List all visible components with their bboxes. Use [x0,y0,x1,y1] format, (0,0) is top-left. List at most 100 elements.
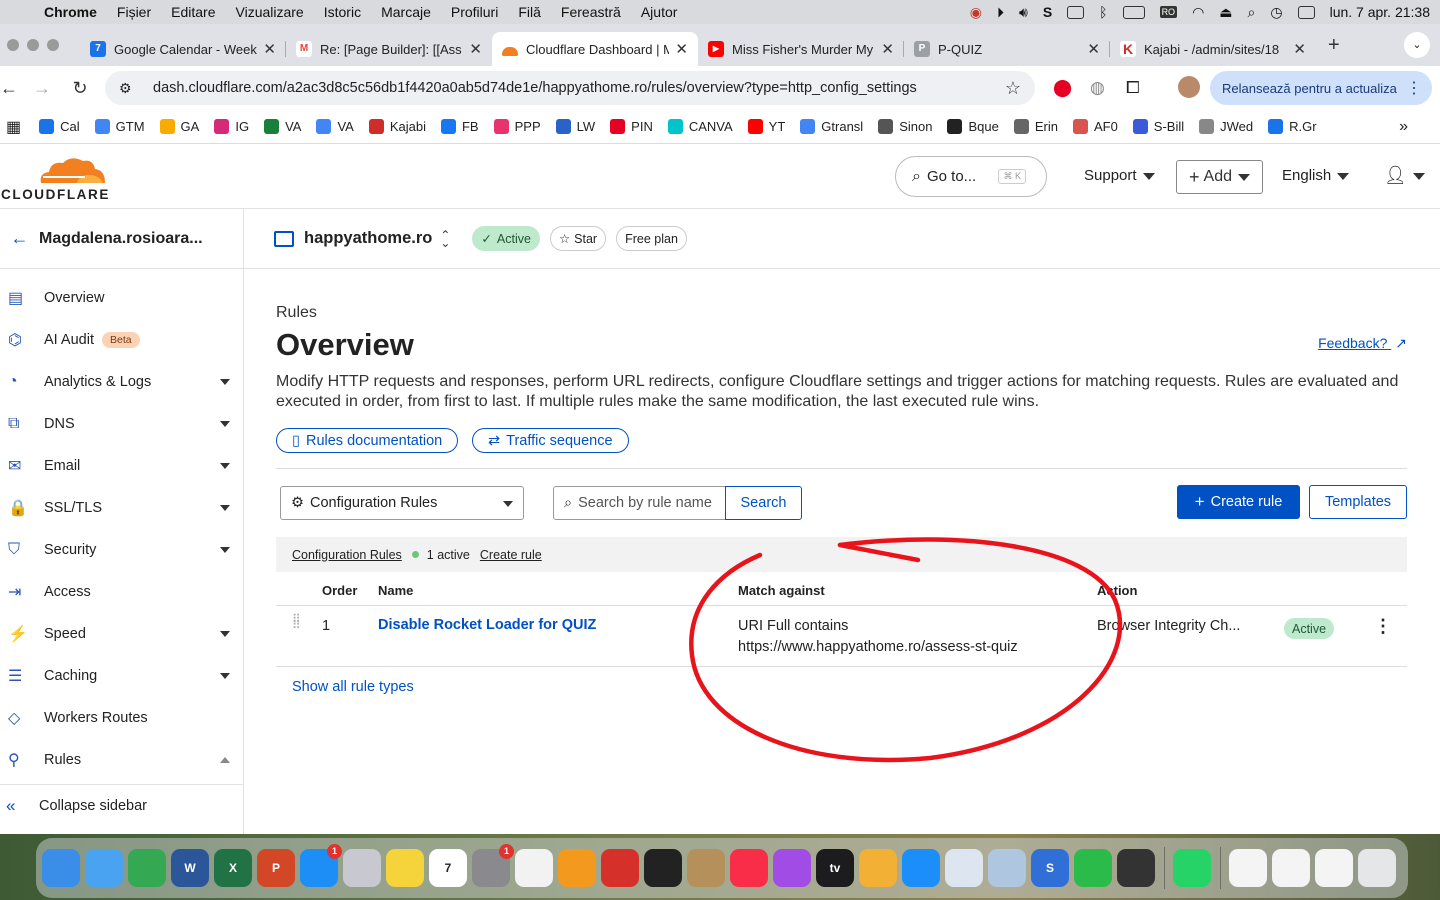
menu-window[interactable]: Fereastră [561,4,621,20]
globe-extension-icon[interactable]: ◍ [1090,78,1105,98]
new-tab-button[interactable]: + [1328,34,1340,57]
chevron-down-icon[interactable] [220,505,230,511]
mail-icon[interactable] [85,849,123,887]
chevron-down-icon[interactable] [220,421,230,427]
close-tab-icon[interactable]: ✕ [881,40,894,58]
bookmark-item[interactable]: CANVA [667,119,733,134]
create-rule-link[interactable]: Create rule [480,548,542,562]
sidebar-item-analytics-logs[interactable]: ◔ Analytics & Logs [0,361,244,403]
row-actions-kebab-icon[interactable]: ⋮ [1374,616,1392,637]
menu-tab[interactable]: Filă [518,4,541,20]
chevron-up-icon[interactable] [220,757,230,763]
extensions-puzzle-icon[interactable]: ⧠ [1126,78,1140,98]
support-menu[interactable]: Support [1084,167,1155,184]
close-tab-icon[interactable]: ✕ [263,40,276,58]
collapse-sidebar-button[interactable]: « Collapse sidebar [0,784,244,826]
bookmark-item[interactable]: YT [747,119,785,134]
menu-bookmarks[interactable]: Marcaje [381,4,431,20]
close-tab-icon[interactable]: ✕ [1087,40,1100,58]
rule-search-input[interactable]: ⌕ Search by rule name [553,486,726,520]
bookmark-item[interactable]: Erin [1013,119,1058,134]
quicktime-icon[interactable] [1117,849,1155,887]
drag-handle-icon[interactable]: ⠿ ⠿ [292,613,302,631]
profile-avatar[interactable] [1178,76,1200,98]
books-icon[interactable] [558,849,596,887]
forward-arrow-icon[interactable]: → [14,78,70,99]
eject-icon[interactable]: ⏏ [1219,4,1232,21]
sidebar-item-overview[interactable]: ▤ Overview [0,277,244,319]
close-tab-icon[interactable]: ✕ [675,40,688,58]
podcasts-icon[interactable] [773,849,811,887]
sidebar-item-rules[interactable]: ⚲ Rules [0,739,244,781]
sidebar-item-ssl-tls[interactable]: 🔒 SSL/TLS [0,487,244,529]
excel-icon[interactable]: X [214,849,252,887]
numbers-icon[interactable] [1074,849,1112,887]
app-store-icon[interactable]: 1 [300,844,342,887]
menu-help[interactable]: Ajutor [641,4,678,20]
safari-icon[interactable] [902,849,940,887]
back-arrow-icon[interactable]: ← [0,228,39,249]
clock-icon[interactable]: ◷ [1270,4,1282,21]
search-button[interactable]: Search [725,486,802,520]
sidebar-item-workers-routes[interactable]: ◇ Workers Routes [0,697,244,739]
tab-kajabi[interactable]: K Kajabi - /admin/sites/18 ✕ [1110,32,1316,66]
photo-booth-icon[interactable] [644,849,682,887]
menubar-datetime[interactable]: lun. 7 apr. 21:38 [1330,4,1430,20]
chevron-down-icon[interactable] [220,547,230,553]
bookmark-item[interactable]: LW [555,119,595,134]
relaunch-update-button[interactable]: Relansează pentru a actualiza ⋮ [1210,71,1432,105]
preview2-icon[interactable] [988,849,1026,887]
tab-search-chevron-icon[interactable]: ⌄ [1404,32,1430,58]
chevron-down-icon[interactable] [220,631,230,637]
create-rule-button[interactable]: + Create rule [1177,485,1300,519]
cloudflare-logo[interactable]: CLOUDFLARE [0,155,110,202]
sidebar-item-ai-audit[interactable]: ⌬ AI Audit Beta [0,319,244,361]
photos-icon[interactable] [859,849,897,887]
bookmark-item[interactable]: R.Gr [1268,119,1317,134]
s-app-status-icon[interactable]: S [1043,4,1052,20]
back-arrow-icon[interactable]: ← [0,78,18,99]
sidebar-item-security[interactable]: ⛉ Security [0,529,244,571]
word-icon[interactable]: W [171,849,209,887]
reload-icon[interactable]: ↻ [70,78,90,99]
pdf-icon[interactable] [601,849,639,887]
menu-history[interactable]: Istoric [324,4,361,20]
document-thumb-2-icon[interactable] [1272,849,1310,887]
sidebar-item-caching[interactable]: ☰ Caching [0,655,244,697]
tab-cloudflare-dashboard[interactable]: Cloudflare Dashboard | M ✕ [492,32,698,66]
bookmark-item[interactable]: PPP [493,119,541,134]
finder-icon[interactable] [42,849,80,887]
menu-file[interactable]: Fișier [117,4,151,20]
bookmark-item[interactable]: JWed [1199,119,1253,134]
bookmark-item[interactable]: Bque [947,119,999,134]
traffic-sequence-button[interactable]: ⇄ Traffic sequence [472,428,629,453]
address-bar[interactable]: ⚙ dash.cloudflare.com/a2ac3d8c5c56db1f44… [105,71,1035,105]
control-center-icon[interactable] [1297,5,1315,19]
display-icon[interactable] [1067,5,1085,19]
play-icon[interactable]: ⏵ [997,4,1004,21]
language-menu[interactable]: English [1282,167,1350,184]
sidebar-item-dns[interactable]: ⧉ DNS [0,403,244,445]
zone-switcher-icon[interactable]: ⌃ ⌄ [440,229,450,249]
powerpoint-icon[interactable]: P [257,849,295,887]
chevron-down-icon[interactable] [220,673,230,679]
calendar-icon[interactable]: 7 [429,849,467,887]
document-thumb-3-icon[interactable] [1315,849,1353,887]
user-menu[interactable]: 👤︎ [1384,165,1425,186]
show-all-rule-types-link[interactable]: Show all rule types [292,679,414,695]
tab-youtube[interactable]: ▶ Miss Fisher's Murder My ✕ [698,32,904,66]
bookmark-item[interactable]: Gtransl [800,119,863,134]
preview-icon[interactable] [945,849,983,887]
site-settings-icon[interactable]: ⚙ [119,80,135,97]
star-zone-button[interactable]: ☆ Star [549,226,607,251]
section-title-link[interactable]: Configuration Rules [292,548,402,562]
bookmark-item[interactable]: GA [159,119,199,134]
whatsapp-icon[interactable] [1173,849,1211,887]
tv-icon[interactable]: tv [816,849,854,887]
minimize-window-button[interactable] [27,39,39,51]
zone-name[interactable]: happyathome.ro [304,229,432,248]
chevron-down-icon[interactable] [220,463,230,469]
menu-profiles[interactable]: Profiluri [451,4,498,20]
plan-badge[interactable]: Free plan [616,226,687,251]
feedback-link[interactable]: Feedback? ↗ [1318,335,1407,352]
